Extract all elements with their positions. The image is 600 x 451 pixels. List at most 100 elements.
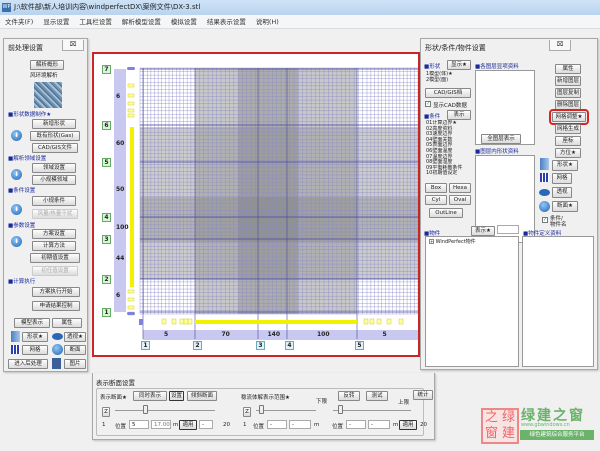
model-view-button[interactable]: 模型表示 <box>14 318 50 328</box>
lower-pos-input[interactable]: - <box>267 420 287 429</box>
apply2-button[interactable]: 適用 <box>399 420 417 430</box>
side-button-6[interactable]: 座标 <box>555 136 581 146</box>
v-grid-label[interactable]: 7 <box>102 65 111 74</box>
side-button-5[interactable]: 网格生成 <box>555 124 581 134</box>
h-grid-label[interactable]: 5 <box>355 341 364 350</box>
list-item[interactable]: 2模型(面) <box>426 77 466 84</box>
object-show-button[interactable]: 表示★ <box>471 226 495 236</box>
position-m-input[interactable]: 17.00 <box>151 420 171 429</box>
side-button-4[interactable]: 网格调整★ <box>549 109 589 125</box>
outline-button[interactable]: OutLine <box>429 208 463 218</box>
show-cad-checkbox[interactable]: ✓ <box>425 101 431 107</box>
h-grid-label[interactable]: 4 <box>285 341 294 350</box>
object-def-list[interactable] <box>522 236 594 367</box>
axis2-button[interactable]: Z <box>243 407 251 417</box>
simul-button[interactable]: 同时表示 <box>133 391 167 401</box>
stats-button[interactable]: 统计 <box>413 390 433 400</box>
reverse-button[interactable]: 反转 <box>338 391 360 401</box>
postprocess-button[interactable]: 进入后处理 <box>8 359 48 369</box>
condition-show-button[interactable]: 表示 <box>447 110 471 120</box>
side-button-2[interactable]: 图层复制 <box>555 88 581 98</box>
apply-button[interactable]: 適用 <box>179 420 197 430</box>
analysis-button[interactable]: 解析概形 <box>30 60 64 70</box>
run-start-button[interactable]: 方案执行开始 <box>32 287 80 297</box>
upper-slider[interactable] <box>333 410 411 411</box>
upper-value-input[interactable]: - <box>368 420 390 429</box>
oval-button[interactable]: Oval <box>449 195 471 205</box>
v-grid-label[interactable]: 6 <box>102 121 111 130</box>
object-tree[interactable]: + WindPerfect物件 <box>425 236 519 367</box>
section-slider-thumb[interactable] <box>143 405 148 414</box>
mesh-view-button[interactable]: 网格 <box>552 173 572 184</box>
init-value-button[interactable]: 初期值设置 <box>30 253 80 263</box>
shape-show-button[interactable]: 显示★ <box>447 60 471 70</box>
shape-list[interactable]: 1模型(体)★ 2模型(面) <box>425 71 467 85</box>
section-slider[interactable] <box>115 410 215 411</box>
section-button[interactable]: 断面 <box>64 345 86 355</box>
h-grid-label[interactable]: 3 <box>256 341 265 350</box>
hexa-button[interactable]: Hexa <box>449 183 471 193</box>
cad-gis-button[interactable]: CAD/GIS文件 <box>32 143 78 153</box>
small-condition-button[interactable]: 小规条件 <box>32 196 76 206</box>
mesh-button[interactable]: 网格 <box>22 345 48 355</box>
expand-icon[interactable]: + <box>429 239 434 244</box>
image-button[interactable]: 图片 <box>64 359 86 369</box>
small-domain-button[interactable]: 小规模领域 <box>32 175 76 185</box>
v-grid-label[interactable]: 3 <box>102 235 111 244</box>
all-layers-button[interactable]: 全图层表示 <box>481 134 521 144</box>
menu-simulation[interactable]: 模拟设置 <box>166 15 202 29</box>
cad-gis-button[interactable]: CAD/GIS档 <box>425 88 471 98</box>
cyl-button[interactable]: Cyl <box>425 195 447 205</box>
side-button-1[interactable]: 新增图层 <box>555 76 581 86</box>
lower-slider[interactable] <box>256 410 316 411</box>
init-value2-button[interactable]: 初任值设置 <box>32 266 78 276</box>
menu-file[interactable]: 文件夹(F) <box>0 15 38 29</box>
properties-button[interactable]: 属性 <box>52 318 82 328</box>
menu-toolbar[interactable]: 工具栏设置 <box>74 15 117 29</box>
list-item[interactable]: 10初期值设定 <box>426 171 470 177</box>
mesh-grid[interactable] <box>94 54 418 355</box>
close-icon[interactable]: ⌧ <box>62 40 84 51</box>
result-control-button[interactable]: 申请结果控制 <box>32 301 80 311</box>
object-input[interactable] <box>497 225 519 234</box>
tilted-button[interactable]: 倾斜断面 <box>187 391 217 401</box>
calc-method-button[interactable]: 计算方法 <box>32 241 76 251</box>
wind-heat-button[interactable]: 风量/热量干扰 <box>32 209 78 219</box>
condition-list[interactable]: 01计算边界★ 02高度资料 03速度边界 04壁面关数 05表面边界 06壁面温度 07温… <box>425 120 471 180</box>
v-grid-label[interactable]: 4 <box>102 213 111 222</box>
existing-shape-button[interactable]: 既有形状(Gas) <box>30 131 80 141</box>
h-grid-label[interactable]: 2 <box>193 341 202 350</box>
lower-slider-thumb[interactable] <box>259 405 264 414</box>
new-shape-button[interactable]: 新增形状 <box>32 119 76 129</box>
menu-result[interactable]: 结果表示设置 <box>202 15 251 29</box>
lower-value-input[interactable]: - <box>289 420 311 429</box>
v-grid-label[interactable]: 1 <box>102 308 111 317</box>
section-view-button[interactable]: 断面★ <box>552 201 578 212</box>
h-grid-label[interactable]: 1 <box>141 341 150 350</box>
mesh-canvas[interactable]: 7 6 5 4 3 2 1 6 60 50 100 44 6 1 2 3 4 5 5 70 140 100 5 <box>92 52 420 357</box>
domain-button[interactable]: 领域设置 <box>32 163 76 173</box>
shape-view-button[interactable]: 形状★ <box>552 160 578 171</box>
perspective-view-button[interactable]: 透视 <box>552 187 572 198</box>
side-button-0[interactable]: 属性 <box>555 64 581 74</box>
v-grid-label[interactable]: 2 <box>102 275 111 284</box>
dash-input[interactable]: - <box>199 420 213 429</box>
shape-button[interactable]: 形状★ <box>22 332 48 342</box>
tree-item[interactable]: + WindPerfect物件 <box>427 238 517 247</box>
menu-help[interactable]: 说明(H) <box>251 15 284 29</box>
v-grid-label[interactable]: 5 <box>102 158 111 167</box>
setting-button[interactable]: 设置 <box>169 391 184 401</box>
side-button-3[interactable]: 删除图层 <box>555 100 581 110</box>
upper-slider-thumb[interactable] <box>338 405 343 414</box>
menu-model[interactable]: 解析模型设置 <box>117 15 166 29</box>
test-button[interactable]: 测试 <box>366 391 388 401</box>
menu-display[interactable]: 显示设置 <box>38 15 74 29</box>
close-icon[interactable]: ⌧ <box>549 40 571 51</box>
cond-obj-name-checkbox[interactable]: ✓ <box>542 217 548 223</box>
perspective-button[interactable]: 透视★ <box>64 332 86 342</box>
upper-pos-input[interactable]: - <box>346 420 366 429</box>
scheme-button[interactable]: 方案设置 <box>32 229 76 239</box>
box-button[interactable]: Box <box>425 183 447 193</box>
side-button-7[interactable]: 方位★ <box>555 148 581 158</box>
position-input[interactable]: 5 <box>129 420 149 429</box>
